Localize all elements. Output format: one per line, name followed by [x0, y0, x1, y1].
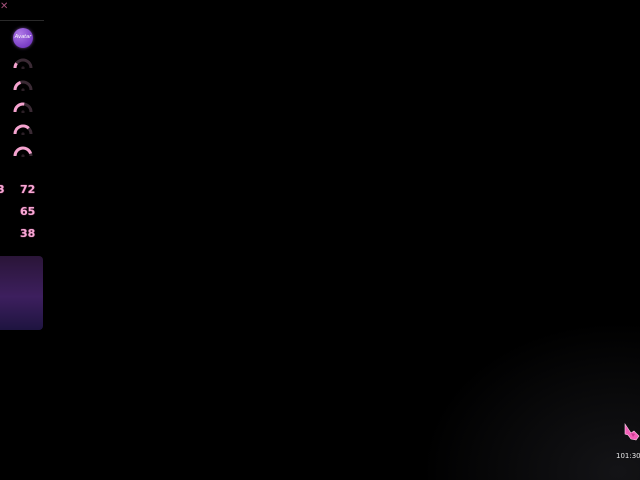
- gauge-icon[interactable]: [12, 123, 34, 135]
- sidebar-divider: [0, 20, 44, 21]
- gauge-icon[interactable]: [12, 145, 34, 157]
- close-icon[interactable]: ✕: [0, 2, 8, 12]
- stat-value-1: 72: [20, 183, 36, 196]
- stat-value-partial: 3: [0, 183, 5, 196]
- gauge-fill: [13, 80, 22, 91]
- gauge-icon[interactable]: [12, 101, 34, 113]
- gauge-hub: [21, 88, 25, 91]
- viewport: ✕ Avatar 3 72 65 38 101:30: [0, 0, 640, 480]
- pointer-hand-icon: [624, 423, 640, 441]
- gauge-hub: [21, 154, 25, 157]
- gauge-hub: [21, 66, 25, 69]
- gauge-fill: [13, 62, 18, 69]
- gauge-fill: [13, 124, 30, 135]
- stat-value-3: 38: [20, 227, 36, 240]
- gauge-hub: [21, 110, 25, 113]
- gauge-hub: [21, 132, 25, 135]
- avatar-badge[interactable]: Avatar: [13, 28, 33, 48]
- cursor-coordinate-readout: 101:30: [616, 452, 640, 460]
- ambient-glow: [420, 320, 640, 480]
- gauge-icon[interactable]: [12, 57, 34, 69]
- gauge-icon[interactable]: [12, 79, 34, 91]
- info-panel-card[interactable]: [0, 256, 43, 330]
- stat-value-2: 65: [20, 205, 36, 218]
- left-sidebar: ✕ Avatar 3 72 65 38: [0, 0, 44, 340]
- avatar-label: Avatar: [14, 34, 32, 40]
